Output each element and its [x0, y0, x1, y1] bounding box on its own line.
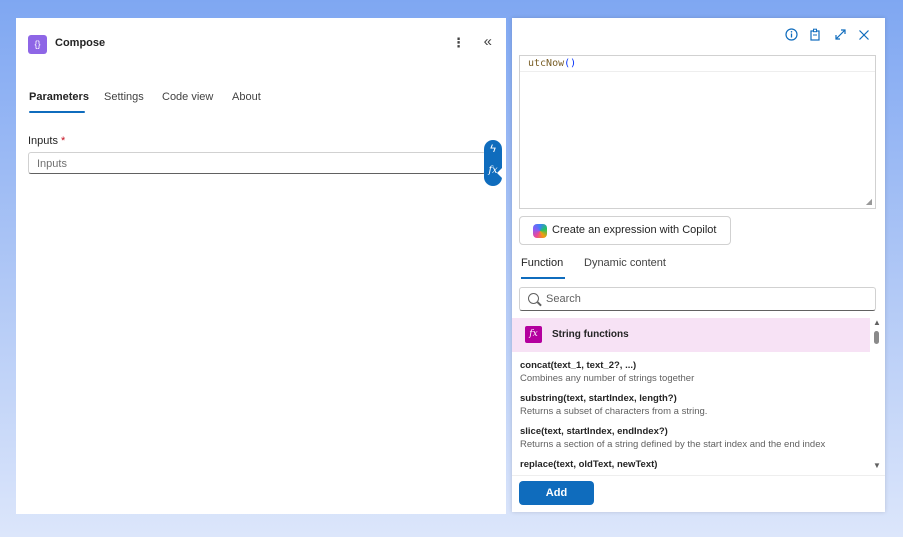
tab-code-view[interactable]: Code view	[162, 91, 213, 103]
fx-icon: fx	[525, 326, 542, 343]
tab-function[interactable]: Function	[521, 257, 565, 279]
tab-settings[interactable]: Settings	[104, 91, 144, 103]
action-title[interactable]: Compose	[55, 37, 105, 49]
copilot-expression-button[interactable]: Create an expression with Copilot	[519, 216, 731, 245]
list-item[interactable]: slice(text, startIndex, endIndex?) Retur…	[520, 426, 860, 450]
category-string-functions[interactable]: fx String functions	[512, 318, 870, 352]
copilot-button-label: Create an expression with Copilot	[552, 224, 717, 236]
more-options-icon[interactable]: ⋮	[452, 35, 465, 51]
scroll-down-icon[interactable]: ▼	[873, 461, 881, 470]
expand-icon[interactable]	[831, 28, 849, 46]
expression-editor[interactable]: utcNow() ◢	[519, 55, 876, 209]
scroll-up-icon[interactable]: ▲	[873, 318, 881, 327]
panel-header: {} Compose ⋮ «	[28, 33, 496, 56]
function-description: Returns a subset of characters from a st…	[520, 406, 708, 417]
active-tab-indicator	[521, 277, 565, 279]
function-list-scrollbar[interactable]: ▲ ▼	[872, 318, 882, 474]
function-signature: slice(text, startIndex, endIndex?)	[520, 426, 668, 437]
function-signature: concat(text_1, text_2?, ...)	[520, 360, 637, 371]
inputs-field[interactable]: Inputs	[28, 152, 486, 174]
search-placeholder: Search	[546, 293, 581, 305]
function-description: Returns a section of a string defined by…	[520, 439, 826, 450]
copy-icon[interactable]	[806, 28, 824, 46]
footer-divider	[512, 475, 885, 476]
compose-icon: {}	[28, 35, 47, 54]
function-signature: substring(text, startIndex, length?)	[520, 393, 677, 404]
resize-grip-icon[interactable]: ◢	[866, 197, 872, 206]
expression-editor-flyout: utcNow() ◢ Create an expression with Cop…	[512, 18, 885, 512]
function-tabs: Function Dynamic content	[521, 257, 841, 281]
list-item[interactable]: concat(text_1, text_2?, ...) Combines an…	[520, 360, 860, 384]
collapse-panel-icon[interactable]: «	[484, 33, 492, 50]
search-icon	[528, 293, 539, 304]
function-search-input[interactable]: Search	[519, 287, 876, 311]
close-icon[interactable]	[855, 28, 873, 46]
list-item[interactable]: substring(text, startIndex, length?) Ret…	[520, 393, 860, 417]
add-button[interactable]: Add	[519, 481, 594, 505]
tab-about[interactable]: About	[232, 91, 261, 103]
function-signature: replace(text, oldText, newText)	[520, 459, 658, 470]
compose-action-panel: {} Compose ⋮ « Parameters Settings Code …	[16, 18, 506, 514]
expression-text: utcNow()	[528, 58, 577, 69]
function-list: fx String functions concat(text_1, text_…	[512, 318, 870, 478]
tab-dynamic-content[interactable]: Dynamic content	[584, 257, 666, 269]
copilot-icon	[533, 224, 547, 238]
scroll-thumb[interactable]	[874, 331, 879, 344]
list-item[interactable]: replace(text, oldText, newText)	[520, 459, 860, 472]
function-description: Combines any number of strings together	[520, 373, 695, 384]
line-highlight	[520, 71, 875, 72]
info-icon[interactable]	[782, 28, 800, 46]
tab-parameters[interactable]: Parameters	[29, 91, 89, 113]
category-label: String functions	[552, 329, 629, 340]
active-tab-indicator	[29, 111, 85, 113]
flyout-pointer	[497, 165, 505, 181]
dynamic-content-icon[interactable]: ϟ	[484, 143, 502, 155]
inputs-label: Inputs *	[28, 135, 66, 147]
required-marker: *	[61, 135, 66, 147]
